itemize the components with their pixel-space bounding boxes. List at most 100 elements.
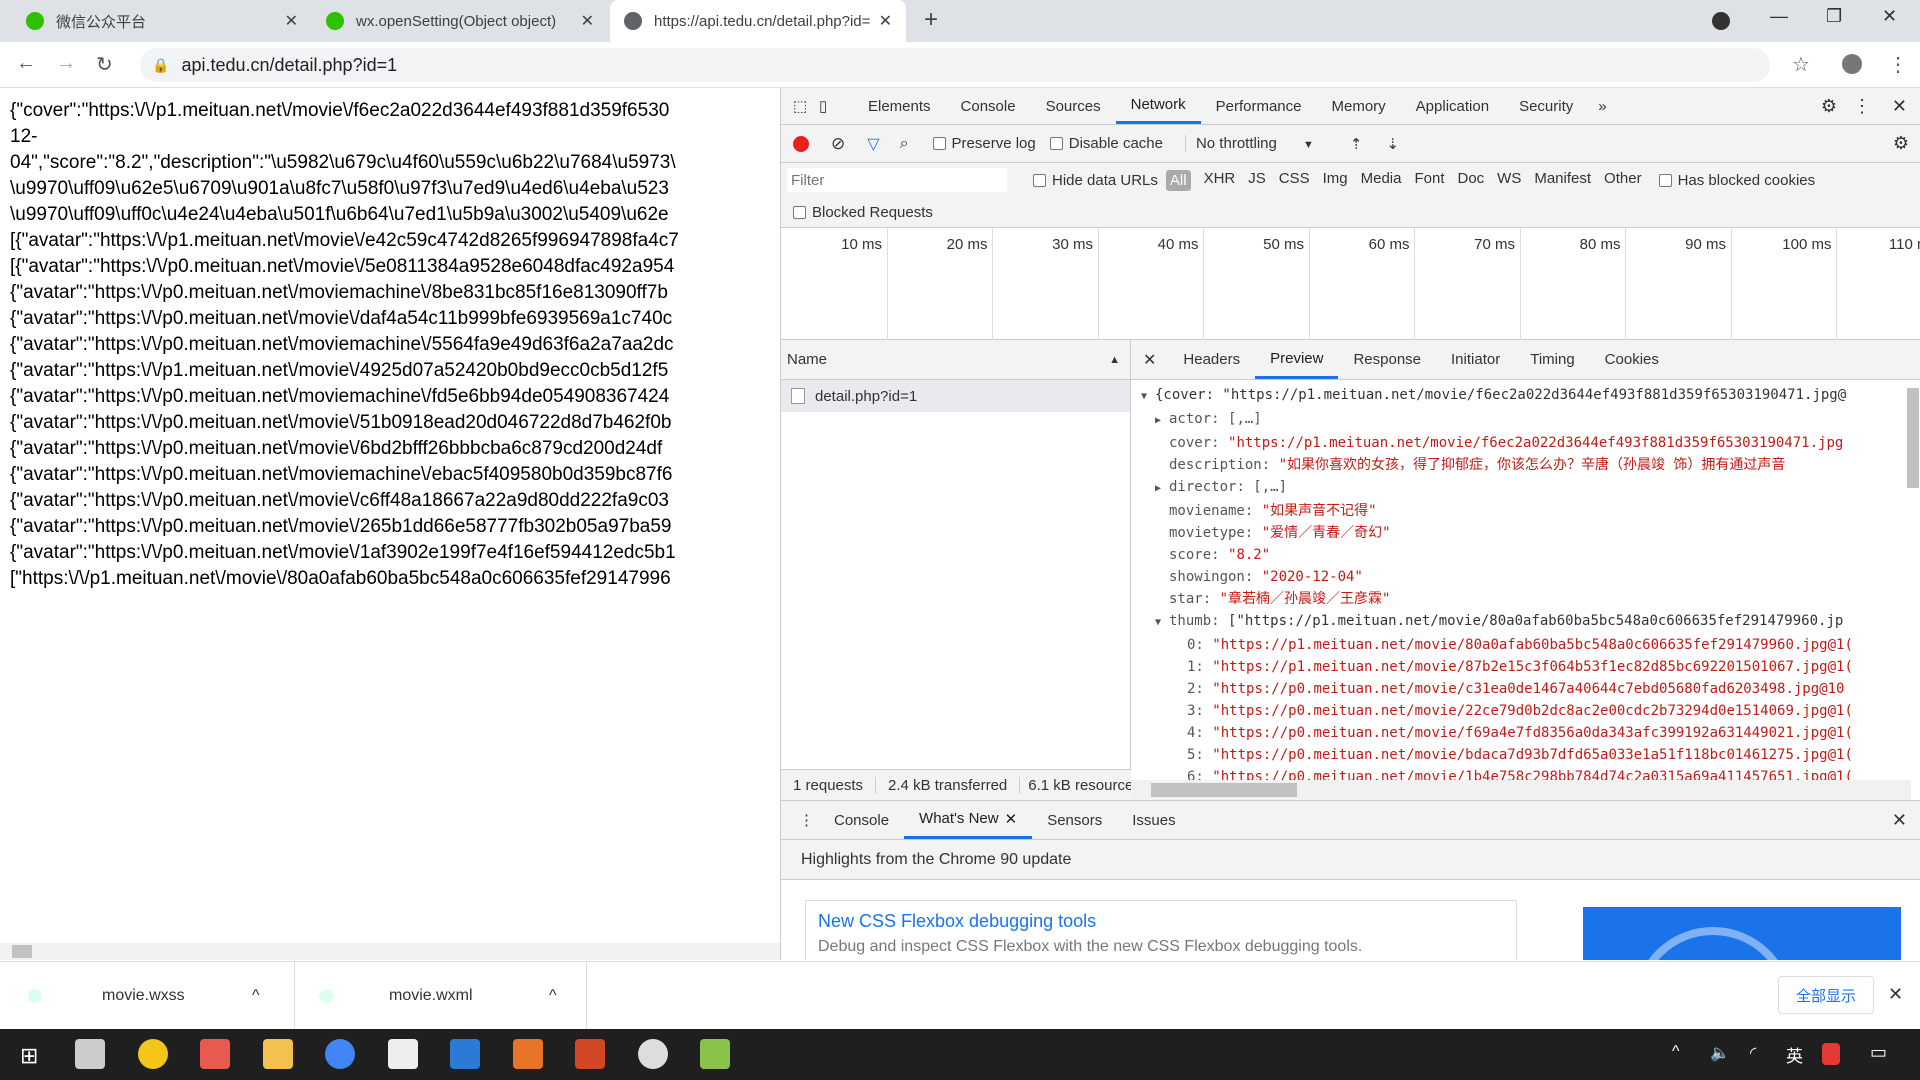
filter-type-img[interactable]: Img	[1323, 170, 1348, 191]
tab-api-detail[interactable]: https://api.tedu.cn/detail.php?id=1 ✕	[610, 0, 906, 42]
device-toolbar-icon[interactable]: ▯	[819, 97, 853, 115]
tab-console[interactable]: Console	[946, 88, 1031, 124]
preview-horizontal-scrollbar[interactable]	[1131, 780, 1911, 800]
request-row[interactable]: detail.php?id=1	[781, 380, 1130, 412]
filter-type-media[interactable]: Media	[1361, 170, 1402, 191]
preview-vertical-scrollbar[interactable]	[1907, 388, 1919, 488]
omnibox[interactable]: 🔒 api.tedu.cn/detail.php?id=1	[140, 48, 1770, 82]
import-har-icon[interactable]: ⇡	[1350, 135, 1363, 153]
taskbar-powerpoint-icon[interactable]	[575, 1039, 605, 1069]
show-all-downloads-button[interactable]: 全部显示	[1778, 976, 1874, 1014]
has-blocked-cookies-checkbox[interactable]: Has blocked cookies	[1658, 172, 1815, 189]
blocked-requests-checkbox[interactable]: Blocked Requests	[793, 204, 933, 221]
taskbar-app-orange-icon[interactable]	[512, 1039, 543, 1069]
tab-opensetting[interactable]: wx.openSetting(Object object) ✕	[312, 0, 608, 42]
tab-application[interactable]: Application	[1401, 88, 1504, 124]
tab-network[interactable]: Network	[1115, 88, 1201, 124]
profile-dropdown-icon[interactable]	[1712, 12, 1730, 30]
detail-tab-timing[interactable]: Timing	[1515, 340, 1589, 379]
export-har-icon[interactable]: ⇣	[1386, 135, 1399, 153]
settings-gear-icon[interactable]: ⚙	[1821, 96, 1837, 117]
taskbar-file-explorer-icon[interactable]	[262, 1039, 293, 1069]
chevron-up-icon[interactable]: ^	[252, 987, 260, 1005]
drawer-tab-issues[interactable]: Issues	[1117, 801, 1190, 839]
detail-tab-initiator[interactable]: Initiator	[1436, 340, 1515, 379]
minimize-button[interactable]: —	[1770, 6, 1788, 27]
whats-new-card[interactable]: New CSS Flexbox debugging tools Debug an…	[805, 900, 1517, 960]
detail-tab-headers[interactable]: Headers	[1168, 340, 1255, 379]
avatar[interactable]	[1842, 54, 1862, 74]
hide-data-urls-checkbox[interactable]: Hide data URLs	[1033, 172, 1158, 189]
taskbar-wechat-icon[interactable]	[637, 1039, 668, 1069]
throttling-select[interactable]: No throttling ▼	[1184, 135, 1314, 152]
preview-field-thumb[interactable]: ▼ thumb: ["https://p1.meituan.net/movie/8…	[1141, 610, 1920, 634]
detail-tab-response[interactable]: Response	[1338, 340, 1436, 379]
filter-type-all[interactable]: All	[1165, 169, 1191, 191]
filter-icon[interactable]: ▽	[867, 134, 879, 154]
download-item[interactable]: movie.wxss ^	[0, 962, 295, 1030]
taskbar-cortana-icon[interactable]	[137, 1039, 168, 1069]
filter-type-css[interactable]: CSS	[1279, 170, 1310, 191]
new-tab-button[interactable]: +	[924, 6, 938, 34]
name-column-header[interactable]: Name ▲	[781, 340, 1130, 380]
reload-button[interactable]: ↻	[96, 52, 113, 77]
tab-security[interactable]: Security	[1504, 88, 1588, 124]
filter-input[interactable]	[787, 168, 1007, 192]
tab-wechat-platform[interactable]: 微信公众平台 ✕	[12, 0, 312, 42]
tab-memory[interactable]: Memory	[1317, 88, 1401, 124]
drawer-tab-what-s-new[interactable]: What's New ✕	[904, 801, 1033, 839]
filter-type-xhr[interactable]: XHR	[1204, 170, 1236, 191]
filter-type-manifest[interactable]: Manifest	[1534, 170, 1591, 191]
inspect-element-icon[interactable]: ⬚	[793, 97, 819, 115]
detail-tab-cookies[interactable]: Cookies	[1590, 340, 1674, 379]
more-tabs-button[interactable]: »	[1598, 98, 1606, 115]
menu-icon[interactable]: ⋮	[1888, 52, 1908, 77]
sogou-ime-icon[interactable]	[1822, 1043, 1840, 1065]
filter-type-font[interactable]: Font	[1414, 170, 1444, 191]
close-tab-icon[interactable]: ✕	[1005, 810, 1018, 828]
ime-indicator[interactable]: 英	[1786, 1042, 1803, 1067]
tab-sources[interactable]: Sources	[1031, 88, 1116, 124]
close-downloads-icon[interactable]: ✕	[1888, 984, 1903, 1005]
card-title-link[interactable]: New CSS Flexbox debugging tools	[818, 911, 1504, 932]
maximize-button[interactable]: ❐	[1826, 6, 1842, 27]
tab-elements[interactable]: Elements	[853, 88, 946, 124]
taskbar-vscode-icon[interactable]	[450, 1039, 480, 1069]
filter-type-js[interactable]: JS	[1248, 170, 1266, 191]
filter-type-ws[interactable]: WS	[1497, 170, 1521, 191]
search-icon[interactable]: ⌕	[900, 135, 909, 153]
back-button[interactable]: ←	[16, 52, 36, 75]
drawer-tab-console[interactable]: Console	[819, 801, 904, 839]
preview-field-actor[interactable]: ▶ actor: [,…]	[1141, 408, 1920, 432]
windows-start-icon[interactable]: ⊞	[20, 1043, 38, 1069]
disable-cache-checkbox[interactable]: Disable cache	[1049, 135, 1163, 152]
filter-type-doc[interactable]: Doc	[1457, 170, 1484, 191]
tab-performance[interactable]: Performance	[1201, 88, 1317, 124]
taskbar-chrome-icon[interactable]	[325, 1039, 355, 1069]
record-button[interactable]	[793, 135, 809, 152]
close-tab-icon[interactable]: ✕	[581, 11, 594, 31]
chevron-up-icon[interactable]: ^	[549, 987, 557, 1005]
clear-icon[interactable]: ⊘	[831, 134, 845, 154]
filter-type-other[interactable]: Other	[1604, 170, 1642, 191]
drawer-tab-sensors[interactable]: Sensors	[1032, 801, 1117, 839]
network-settings-icon[interactable]: ⚙	[1893, 133, 1909, 154]
detail-tab-preview[interactable]: Preview	[1255, 340, 1339, 379]
devtools-menu-icon[interactable]: ⋮	[1853, 96, 1871, 117]
tray-chevron-icon[interactable]: ^	[1672, 1043, 1680, 1061]
preserve-log-checkbox[interactable]: Preserve log	[932, 135, 1036, 152]
network-icon[interactable]: ◜	[1750, 1043, 1756, 1063]
preview-root[interactable]: ▼ {cover: "https://p1.meituan.net/movie/f…	[1141, 384, 1920, 408]
volume-icon[interactable]: 🔈	[1710, 1043, 1730, 1063]
bookmark-star-icon[interactable]: ☆	[1792, 52, 1810, 77]
close-devtools-icon[interactable]: ✕	[1892, 96, 1907, 117]
close-tab-icon[interactable]: ✕	[879, 11, 892, 31]
taskbar-task-view-icon[interactable]	[75, 1039, 105, 1069]
drawer-menu-icon[interactable]: ⋮	[799, 811, 819, 829]
taskbar-app-green-icon[interactable]	[700, 1039, 730, 1069]
taskbar-app-red-icon[interactable]	[200, 1039, 230, 1069]
close-window-button[interactable]: ✕	[1882, 6, 1897, 27]
download-item[interactable]: movie.wxml ^	[295, 962, 587, 1030]
preview-field-director[interactable]: ▶ director: [,…]	[1141, 476, 1920, 500]
close-drawer-icon[interactable]: ✕	[1892, 810, 1907, 831]
